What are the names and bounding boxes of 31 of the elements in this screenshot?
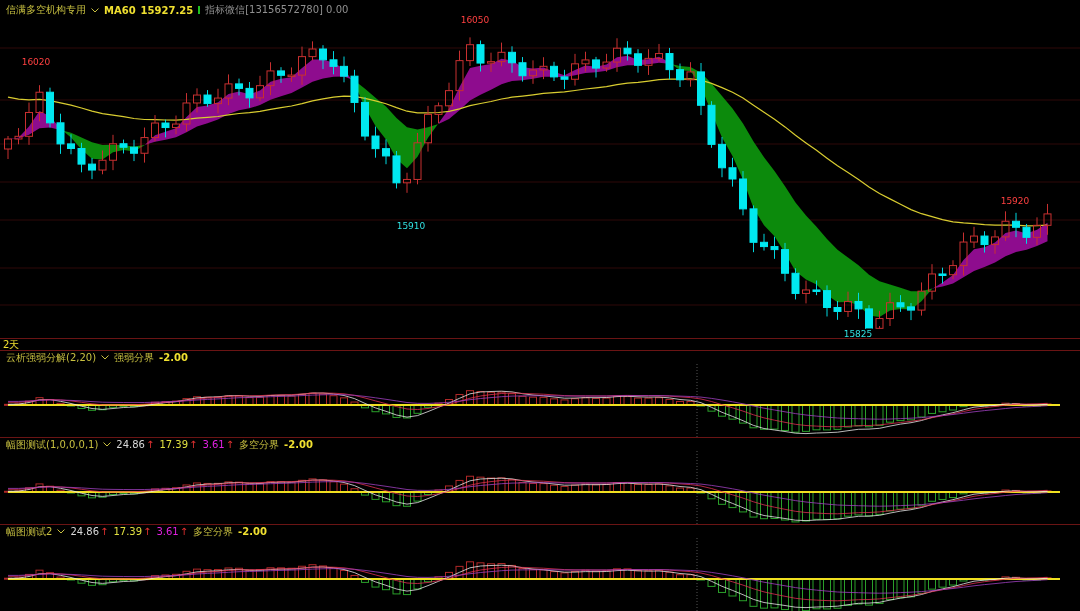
indicator-note: 指标微信[13156572780] 0.00 [205,3,349,17]
period-label: 2天 [3,339,20,350]
boundary-value: -2.00 [284,439,313,450]
trend-arrow: ↑ [146,439,155,450]
indicator-reading: 24.86 [116,439,145,450]
price-label: 16020 [21,57,51,67]
boundary-label: 多空分界 [193,524,234,539]
price-label: 15920 [1000,196,1030,206]
indicator-reading: 3.61 [202,439,225,450]
indicator-title[interactable]: 幅图测试(1,0,0,0,1) [6,437,99,452]
indicator-reading: 17.39 [159,439,188,450]
boundary-value: -2.00 [238,526,267,537]
indicator-title[interactable]: 云析强弱分解(2,20) [6,350,97,365]
indicator-label: MA60 [104,4,136,16]
price-label: 16050 [460,15,490,25]
boundary-label: 强弱分界 [114,350,155,365]
trend-arrow: ↑ [225,439,235,450]
indicator-title[interactable]: 幅图测试2 [6,524,53,539]
indicator-reading: 17.39 [113,526,143,537]
boundary-label: 多空分界 [239,437,280,452]
indicator-reading: 3.61 [156,526,179,537]
trend-arrow: ↑ [143,526,152,537]
trend-arrow: ↑ [189,439,198,450]
trend-arrow: ↑ [179,526,189,537]
trend-arrow: ↑ [100,526,109,537]
indicator-reading: 24.86 [70,526,99,537]
price-label: 15910 [396,221,426,231]
boundary-value: -2.00 [159,352,188,363]
price-label: 15825 [843,329,873,338]
indicator-value: 15927.25 [140,4,194,16]
indicator-title[interactable]: 信满多空机构专用 [6,3,86,17]
